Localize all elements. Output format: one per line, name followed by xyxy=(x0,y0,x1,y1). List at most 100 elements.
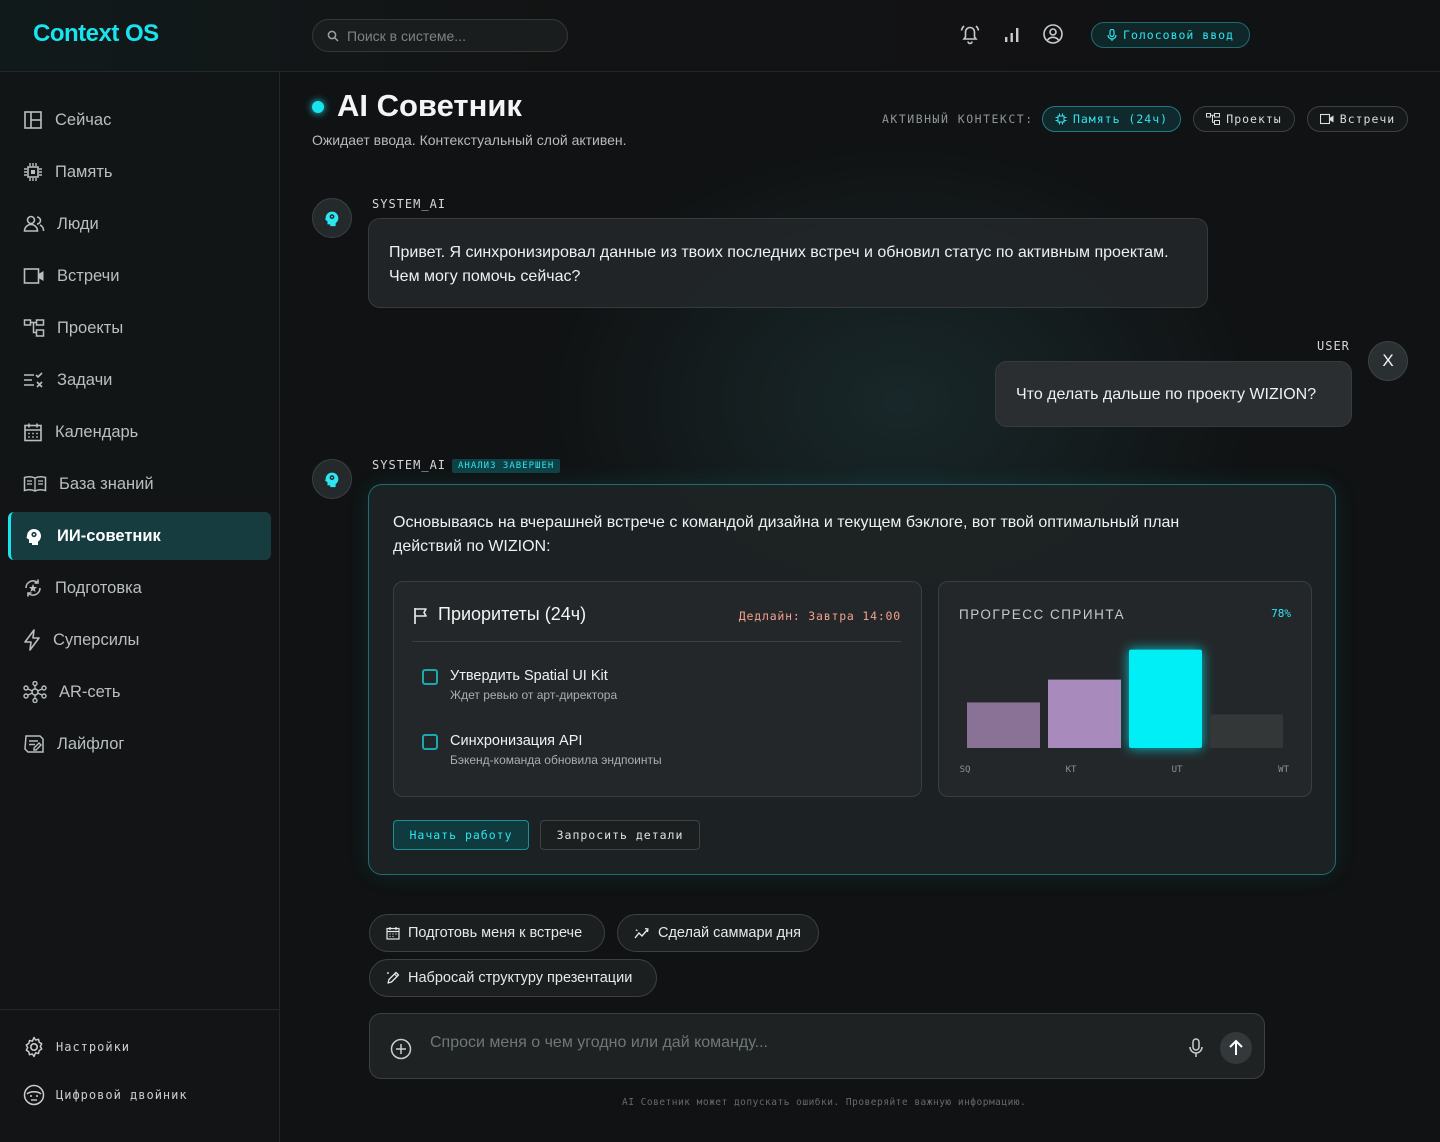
priorities-panel: Приоритеты (24ч) Дедлайн: Завтра 14:00 У… xyxy=(393,581,922,797)
send-button[interactable] xyxy=(1220,1032,1252,1064)
flag-icon xyxy=(414,608,427,624)
request-details-button[interactable]: Запросить детали xyxy=(540,820,700,850)
priorities-title: Приоритеты (24ч) xyxy=(438,604,587,624)
sprint-tick-label: SQ xyxy=(960,765,971,775)
sidebar-item-knowledge-base[interactable]: База знаний xyxy=(8,460,271,508)
sprint-bar-kt xyxy=(1048,679,1121,748)
account-icon[interactable] xyxy=(1041,22,1065,46)
composer xyxy=(369,1013,1265,1079)
top-bar: Context OS Голосовой ввод xyxy=(0,0,1440,72)
spin-icon xyxy=(25,579,41,597)
message-text: Привет. Я синхронизировал данные из твои… xyxy=(389,244,1169,285)
edit-icon xyxy=(386,971,400,984)
hierarchy-icon xyxy=(1206,113,1221,125)
sidebar-item-tasks[interactable]: Задачи xyxy=(8,356,271,404)
user-message-bubble: Что делать дальше по проекту WIZION? xyxy=(995,361,1352,427)
task-title: Утвердить Spatial UI Kit xyxy=(450,668,608,684)
context-chip-label: Проекты xyxy=(1226,112,1282,126)
log-icon xyxy=(24,735,44,753)
checklist-icon xyxy=(24,372,43,388)
app-logo[interactable]: Context OS xyxy=(33,20,159,48)
network-icon xyxy=(23,681,47,703)
start-work-button[interactable]: Начать работу xyxy=(393,820,529,850)
message-input[interactable] xyxy=(430,1034,1150,1052)
search-icon xyxy=(327,30,339,42)
message-sender: SYSTEM_AI xyxy=(372,197,447,211)
suggestion-chip-day-summary[interactable]: Сделай саммари дня xyxy=(617,914,819,952)
trend-icon xyxy=(634,927,649,939)
hierarchy-icon xyxy=(23,319,45,337)
sidebar-digital-twin[interactable]: Цифровой двойник xyxy=(23,1084,188,1106)
sidebar-item-label: Встречи xyxy=(57,266,120,285)
suggestion-label: Набросай структуру презентации xyxy=(408,970,633,986)
sidebar-item-meetings[interactable]: Встречи xyxy=(8,252,271,300)
sidebar-item-projects[interactable]: Проекты xyxy=(8,304,271,352)
sidebar-item-superpowers[interactable]: Суперсилы xyxy=(8,616,271,664)
sidebar-settings[interactable]: Настройки xyxy=(23,1036,130,1058)
sidebar-item-preparation[interactable]: Подготовка xyxy=(8,564,271,612)
voice-input-button[interactable]: Голосовой ввод xyxy=(1091,22,1250,48)
sidebar-item-label: ИИ-советник xyxy=(57,526,161,545)
sidebar-divider xyxy=(0,1009,279,1010)
task-subtitle: Ждет ревью от арт-директора xyxy=(450,688,618,702)
task-checkbox[interactable] xyxy=(422,669,438,685)
video-icon xyxy=(1319,113,1334,125)
sidebar-item-now[interactable]: Сейчас xyxy=(8,96,271,144)
context-label: АКТИВНЫЙ КОНТЕКСТ: xyxy=(882,112,1034,126)
video-icon xyxy=(23,268,44,284)
ai-avatar xyxy=(312,459,352,499)
sprint-bar-chart: SQ KT UT WT xyxy=(960,649,1290,775)
sprint-tick-label: WT xyxy=(1278,765,1289,775)
task-title: Синхронизация API xyxy=(450,733,583,749)
status-dot xyxy=(312,101,324,113)
ai-head-icon xyxy=(325,472,339,488)
task-checkbox[interactable] xyxy=(422,734,438,750)
ai-head-icon xyxy=(26,528,41,545)
close-button[interactable]: X xyxy=(1368,341,1408,381)
sidebar: Сейчас Память Люди Встречи Проекты Задач… xyxy=(0,72,280,1142)
sidebar-item-label: Суперсилы xyxy=(53,630,140,649)
search-input[interactable] xyxy=(347,27,547,44)
sidebar-item-ai-advisor[interactable]: ИИ-советник xyxy=(8,512,271,560)
divider xyxy=(412,641,901,642)
sidebar-item-ar-network[interactable]: AR-сеть xyxy=(8,668,271,716)
chip-icon xyxy=(24,163,42,181)
bell-icon[interactable] xyxy=(958,22,982,46)
plus-circle-icon[interactable] xyxy=(390,1038,412,1060)
mic-icon xyxy=(1107,29,1117,41)
sprint-progress-panel: ПРОГРЕСС СПРИНТА 78% SQ KT UT WT xyxy=(938,581,1312,797)
message-text: Что делать дальше по проекту WIZION? xyxy=(1016,386,1317,403)
task-subtitle: Бэкенд-команда обновила эндпоинты xyxy=(450,753,662,767)
sprint-bar-ut xyxy=(1129,649,1202,748)
suggestion-chip-presentation[interactable]: Набросай структуру презентации xyxy=(369,959,657,997)
book-icon xyxy=(23,476,47,492)
disclaimer: AI Советник может допускать ошибки. Пров… xyxy=(622,1097,1027,1108)
page-subtitle: Ожидает ввода. Контекстуальный слой акти… xyxy=(312,132,627,148)
sidebar-item-lifelog[interactable]: Лайфлог xyxy=(8,720,271,768)
sidebar-item-label: Подготовка xyxy=(55,578,142,597)
sidebar-item-memory[interactable]: Память xyxy=(8,148,271,196)
context-chip-meetings[interactable]: Встречи xyxy=(1307,106,1408,132)
context-chip-label: Память (24ч) xyxy=(1072,112,1169,126)
sidebar-item-calendar[interactable]: Календарь xyxy=(8,408,271,456)
context-chip-projects[interactable]: Проекты xyxy=(1193,106,1295,132)
ai-avatar xyxy=(312,198,352,238)
sprint-tick-label: UT xyxy=(1172,765,1183,775)
mic-icon[interactable] xyxy=(1188,1038,1204,1058)
search-box[interactable] xyxy=(312,19,568,52)
context-chip-memory[interactable]: Память (24ч) xyxy=(1042,106,1181,132)
suggestion-chip-meeting-prep[interactable]: Подготовь меня к встрече xyxy=(369,914,605,952)
sidebar-item-people[interactable]: Люди xyxy=(8,200,271,248)
context-chip-label: Встречи xyxy=(1339,112,1396,126)
sidebar-item-label: Календарь xyxy=(55,422,139,441)
deadline-label: Дедлайн: Завтра 14:00 xyxy=(738,609,901,623)
twin-face-icon xyxy=(23,1084,45,1106)
digital-twin-label: Цифровой двойник xyxy=(56,1088,188,1102)
ai-analysis-card: Основываясь на вчерашней встрече с коман… xyxy=(368,484,1336,875)
message-sender: USER xyxy=(1317,339,1350,353)
sidebar-item-label: Задачи xyxy=(57,370,113,389)
gear-icon xyxy=(25,1036,43,1058)
calendar-icon xyxy=(24,423,42,442)
signal-bars-icon[interactable] xyxy=(1000,22,1024,46)
page-title: AI Советник xyxy=(337,88,522,123)
